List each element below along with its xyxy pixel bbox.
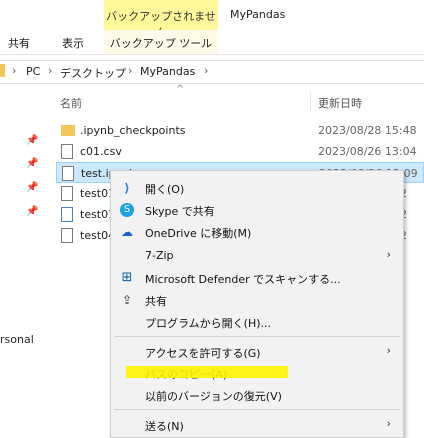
menu-item-label: 7-Zip <box>145 249 174 262</box>
address-bar[interactable]: › PC › デスクトップ › MyPandas › <box>0 60 424 84</box>
column-header-name[interactable]: 名前 <box>60 95 82 111</box>
tab-backup-tools-label: バックアップ ツール <box>109 37 213 50</box>
menu-item-7zip[interactable]: 7-Zip › <box>111 245 403 267</box>
pin-icon[interactable]: 📌 <box>26 135 38 146</box>
onedrive-icon: ☁ <box>121 225 133 239</box>
menu-item-onedrive[interactable]: ☁ OneDrive に移動(M) <box>111 221 403 243</box>
menu-item-open-with[interactable]: プログラムから開く(H)... <box>111 311 403 333</box>
file-date: 2023/08/26 13:04 <box>318 145 417 158</box>
highlight-mark <box>126 366 288 378</box>
skype-icon: S <box>120 203 134 217</box>
menu-item-share[interactable]: ⇪ 共有 <box>111 289 403 311</box>
tab-backup-tools[interactable]: バックアップ ツール <box>104 30 218 54</box>
chevron-right-icon: › <box>386 248 391 261</box>
chevron-right-icon[interactable]: › <box>48 64 52 77</box>
folder-icon <box>61 125 75 136</box>
window-title: MyPandas <box>230 8 286 21</box>
file-name: .ipynb_checkpoints <box>80 124 186 137</box>
file-name: c01.csv <box>80 145 122 158</box>
chevron-right-icon: › <box>386 417 391 430</box>
file-row[interactable]: .ipynb_checkpoints 2023/08/28 15:48 <box>56 120 424 141</box>
chevron-right-icon[interactable]: › <box>12 64 16 77</box>
menu-item-label: OneDrive に移動(M) <box>145 227 252 240</box>
file-icon <box>62 166 74 181</box>
menu-item-defender-scan[interactable]: ⊞ Microsoft Defender でスキャンする... <box>111 267 403 289</box>
menu-separator <box>114 409 400 410</box>
menu-item-skype-share[interactable]: S Skype で共有 <box>111 199 403 221</box>
chevron-right-icon[interactable]: › <box>204 64 208 77</box>
menu-item-send-to[interactable]: 送る(N) › <box>111 414 403 436</box>
nav-item-personal[interactable]: rsonal <box>0 333 34 346</box>
file-icon <box>61 144 73 159</box>
defender-icon: ⊞ <box>121 270 133 285</box>
sort-up-icon: ^ <box>176 84 185 95</box>
menu-item-label: 開く(O) <box>145 183 185 196</box>
folder-icon <box>0 64 5 77</box>
python-file-icon <box>61 207 73 222</box>
menu-item-label: アクセスを許可する(G) <box>145 347 261 360</box>
breadcrumb-pc[interactable]: PC <box>26 65 40 78</box>
context-menu: ⟩ 開く(O) S Skype で共有 ☁ OneDrive に移動(M) 7-… <box>110 170 404 438</box>
file-row[interactable]: c01.csv 2023/08/26 13:04 <box>56 141 424 162</box>
menu-item-label: Skype で共有 <box>145 205 215 218</box>
file-icon <box>61 186 73 201</box>
column-divider[interactable] <box>310 92 311 110</box>
column-header-date[interactable]: 更新日時 <box>318 95 362 111</box>
file-date: 2023/08/28 15:48 <box>318 124 417 137</box>
menu-item-label: プログラムから開く(H)... <box>145 317 272 330</box>
menu-item-restore-previous[interactable]: 以前のバージョンの復元(V) <box>111 384 403 406</box>
menu-item-label: 共有 <box>145 295 167 308</box>
menu-separator <box>114 336 400 337</box>
context-tab-header[interactable]: バックアップされません <box>104 0 218 39</box>
pin-icon[interactable]: 📌 <box>26 206 38 217</box>
file-icon <box>61 228 73 243</box>
menu-item-label: 送る(N) <box>145 420 184 433</box>
breadcrumb-mypandas[interactable]: MyPandas <box>140 65 195 78</box>
breadcrumb-desktop[interactable]: デスクトップ <box>60 65 126 81</box>
vscode-icon: ⟩ <box>124 181 130 195</box>
menu-item-grant-access[interactable]: アクセスを許可する(G) › <box>111 341 403 363</box>
menu-item-open[interactable]: ⟩ 開く(O) <box>111 177 403 199</box>
share-icon: ⇪ <box>121 293 133 307</box>
menu-item-label: Microsoft Defender でスキャンする... <box>145 273 341 286</box>
chevron-right-icon[interactable]: › <box>128 64 132 77</box>
pin-icon[interactable]: 📌 <box>26 158 38 169</box>
chevron-right-icon: › <box>386 344 391 357</box>
pin-icon[interactable]: 📌 <box>26 182 38 193</box>
tab-share[interactable]: 共有 <box>8 35 30 51</box>
menu-item-label: 以前のバージョンの復元(V) <box>145 390 282 403</box>
tab-view[interactable]: 表示 <box>62 35 84 51</box>
